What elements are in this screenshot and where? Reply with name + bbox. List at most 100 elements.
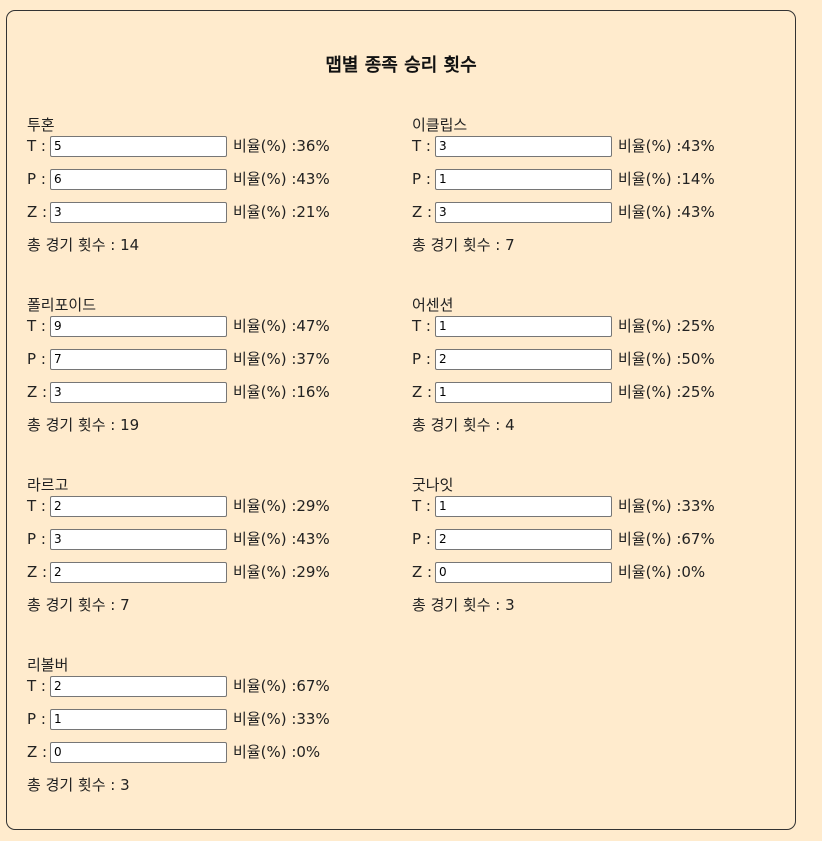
race-label: Z : (27, 563, 48, 581)
total-games-value: 14 (120, 236, 140, 254)
race-row: T : 비율(%) : 29% (27, 495, 387, 517)
race-row: Z : 비율(%) : 25% (412, 381, 772, 403)
total-games-value: 3 (120, 776, 130, 794)
race-label: P : (27, 530, 46, 548)
ratio-label: 비율(%) : (233, 350, 297, 368)
ratio-value: 36% (296, 137, 330, 155)
race-label: T : (412, 137, 431, 155)
ratio-label: 비율(%) : (618, 203, 682, 221)
race-label: P : (27, 350, 46, 368)
race-label: Z : (412, 203, 433, 221)
map-block: 폴리포이드T : 비율(%) : 47%P : 비율(%) : 37%Z : 비… (27, 295, 387, 436)
race-row: P : 비율(%) : 14% (412, 168, 772, 190)
race-row: Z : 비율(%) : 29% (27, 561, 387, 583)
ratio-value: 21% (296, 203, 330, 221)
race-row: P : 비율(%) : 50% (412, 348, 772, 370)
race-win-count-input[interactable] (435, 528, 612, 550)
map-name: 이클립스 (412, 116, 468, 134)
ratio-value: 43% (681, 137, 715, 155)
race-win-count-input[interactable] (435, 315, 612, 337)
race-row: T : 비율(%) : 43% (412, 135, 772, 157)
race-row: Z : 비율(%) : 16% (27, 381, 387, 403)
race-row: P : 비율(%) : 33% (27, 708, 387, 730)
ratio-value: 14% (681, 170, 715, 188)
race-label: T : (27, 137, 46, 155)
total-games: 총 경기 횟수 : 7 (412, 234, 772, 256)
race-win-count-input[interactable] (50, 495, 227, 517)
ratio-label: 비율(%) : (618, 530, 682, 548)
race-win-count-input[interactable] (435, 201, 612, 223)
race-label: Z : (27, 203, 48, 221)
race-win-count-input[interactable] (50, 348, 227, 370)
map-block: 이클립스T : 비율(%) : 43%P : 비율(%) : 14%Z : 비율… (412, 115, 772, 256)
map-block: 리볼버T : 비율(%) : 67%P : 비율(%) : 33%Z : 비율(… (27, 655, 387, 796)
race-label: P : (27, 170, 46, 188)
race-win-count-input[interactable] (435, 348, 612, 370)
race-win-count-input[interactable] (50, 708, 227, 730)
ratio-value: 0% (296, 743, 321, 761)
total-games-value: 7 (505, 236, 515, 254)
ratio-label: 비율(%) : (233, 677, 297, 695)
race-win-count-input[interactable] (50, 168, 227, 190)
ratio-value: 50% (681, 350, 715, 368)
ratio-label: 비율(%) : (618, 317, 682, 335)
total-games-label: 총 경기 횟수 : (27, 236, 121, 254)
ratio-value: 25% (681, 317, 715, 335)
ratio-value: 16% (296, 383, 330, 401)
ratio-value: 0% (681, 563, 706, 581)
ratio-value: 47% (296, 317, 330, 335)
race-win-count-input[interactable] (50, 135, 227, 157)
race-label: T : (27, 677, 46, 695)
map-block: 굿나잇T : 비율(%) : 33%P : 비율(%) : 67%Z : 비율(… (412, 475, 772, 616)
ratio-value: 67% (681, 530, 715, 548)
race-win-count-input[interactable] (50, 561, 227, 583)
race-row: T : 비율(%) : 47% (27, 315, 387, 337)
ratio-value: 67% (296, 677, 330, 695)
map-block: 어센션T : 비율(%) : 25%P : 비율(%) : 50%Z : 비율(… (412, 295, 772, 436)
race-win-count-input[interactable] (435, 561, 612, 583)
ratio-label: 비율(%) : (233, 383, 297, 401)
ratio-value: 43% (296, 170, 330, 188)
ratio-value: 25% (681, 383, 715, 401)
race-row: P : 비율(%) : 37% (27, 348, 387, 370)
race-label: P : (412, 170, 431, 188)
ratio-label: 비율(%) : (618, 563, 682, 581)
race-label: P : (27, 710, 46, 728)
race-win-count-input[interactable] (435, 135, 612, 157)
total-games-value: 19 (120, 416, 140, 434)
race-win-count-input[interactable] (50, 381, 227, 403)
total-games-label: 총 경기 횟수 : (412, 596, 506, 614)
ratio-label: 비율(%) : (233, 743, 297, 761)
ratio-label: 비율(%) : (233, 563, 297, 581)
ratio-label: 비율(%) : (618, 137, 682, 155)
total-games-value: 4 (505, 416, 515, 434)
race-row: T : 비율(%) : 33% (412, 495, 772, 517)
race-win-count-input[interactable] (435, 495, 612, 517)
race-label: P : (412, 350, 431, 368)
race-win-count-input[interactable] (435, 381, 612, 403)
total-games: 총 경기 횟수 : 19 (27, 414, 387, 436)
map-block: 라르고T : 비율(%) : 29%P : 비율(%) : 43%Z : 비율(… (27, 475, 387, 616)
race-label: Z : (27, 383, 48, 401)
ratio-label: 비율(%) : (233, 710, 297, 728)
ratio-value: 29% (296, 497, 330, 515)
race-row: Z : 비율(%) : 0% (27, 741, 387, 763)
total-games: 총 경기 횟수 : 7 (27, 594, 387, 616)
ratio-label: 비율(%) : (233, 203, 297, 221)
race-win-count-input[interactable] (50, 315, 227, 337)
race-label: T : (27, 497, 46, 515)
total-games-label: 총 경기 횟수 : (412, 236, 506, 254)
total-games: 총 경기 횟수 : 14 (27, 234, 387, 256)
map-name: 어센션 (412, 296, 454, 314)
ratio-label: 비율(%) : (233, 137, 297, 155)
race-win-count-input[interactable] (50, 741, 227, 763)
race-win-count-input[interactable] (50, 201, 227, 223)
ratio-label: 비율(%) : (618, 350, 682, 368)
race-win-count-input[interactable] (50, 675, 227, 697)
race-row: T : 비율(%) : 67% (27, 675, 387, 697)
race-win-count-input[interactable] (435, 168, 612, 190)
ratio-label: 비율(%) : (618, 497, 682, 515)
ratio-value: 33% (296, 710, 330, 728)
race-win-count-input[interactable] (50, 528, 227, 550)
map-name: 굿나잇 (412, 476, 454, 494)
